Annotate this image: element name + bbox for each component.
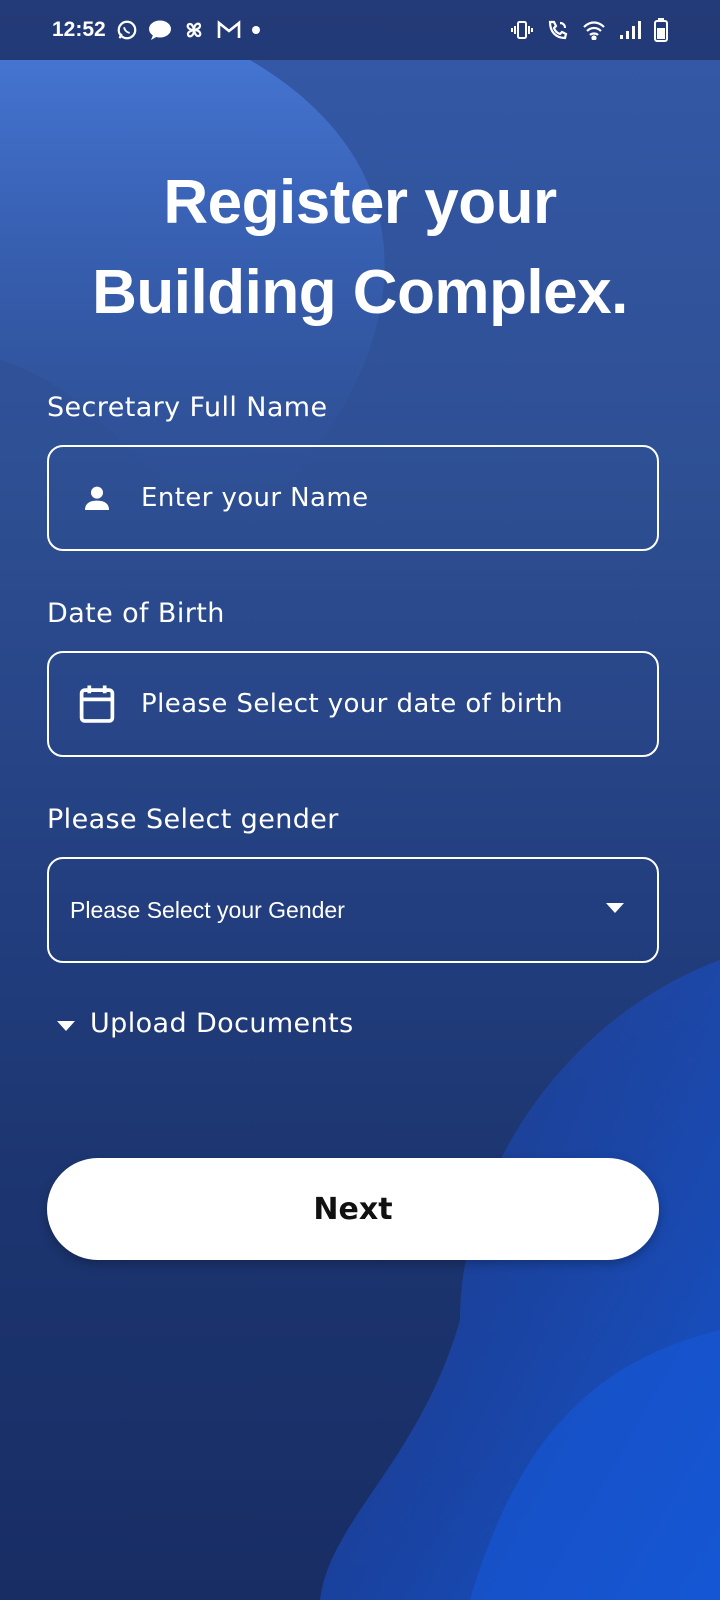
wifi-call-icon — [546, 19, 570, 41]
calendar-icon — [77, 684, 117, 724]
dob-input-placeholder: Please Select your date of birth — [141, 689, 563, 719]
page-title: Register your Building Complex. — [0, 158, 720, 338]
name-input-placeholder: Enter your Name — [141, 483, 369, 513]
gender-select-value: Please Select your Gender — [70, 896, 345, 923]
title-line-1: Register your — [163, 168, 557, 237]
status-time: 12:52 — [52, 18, 106, 41]
name-input[interactable]: Enter your Name — [47, 445, 659, 551]
wifi-icon — [582, 20, 606, 40]
gmail-icon — [216, 20, 242, 40]
person-icon — [77, 478, 117, 518]
status-bar: 12:52 — [0, 0, 720, 60]
dropdown-caret-icon — [605, 901, 625, 919]
battery-icon — [654, 18, 668, 42]
expand-caret-icon — [56, 1008, 76, 1039]
vibrate-icon — [510, 20, 534, 40]
whatsapp-icon — [116, 19, 138, 41]
title-line-2: Building Complex. — [92, 258, 628, 327]
cell-signal-icon — [618, 20, 642, 40]
notification-dot-icon — [251, 26, 260, 34]
registration-form: Register your Building Complex. Secretar… — [0, 0, 720, 1600]
upload-documents-toggle[interactable]: Upload Documents — [56, 1008, 354, 1039]
fan-icon — [182, 18, 206, 42]
chat-bubble-icon — [148, 19, 172, 41]
dob-input[interactable]: Please Select your date of birth — [47, 651, 659, 757]
gender-select[interactable]: Please Select your Gender — [47, 857, 659, 963]
name-field-label: Secretary Full Name — [47, 392, 328, 423]
upload-documents-label: Upload Documents — [90, 1008, 354, 1039]
next-button[interactable]: Next — [47, 1158, 659, 1260]
dob-field-label: Date of Birth — [47, 598, 225, 629]
gender-field-label: Please Select gender — [47, 804, 339, 835]
